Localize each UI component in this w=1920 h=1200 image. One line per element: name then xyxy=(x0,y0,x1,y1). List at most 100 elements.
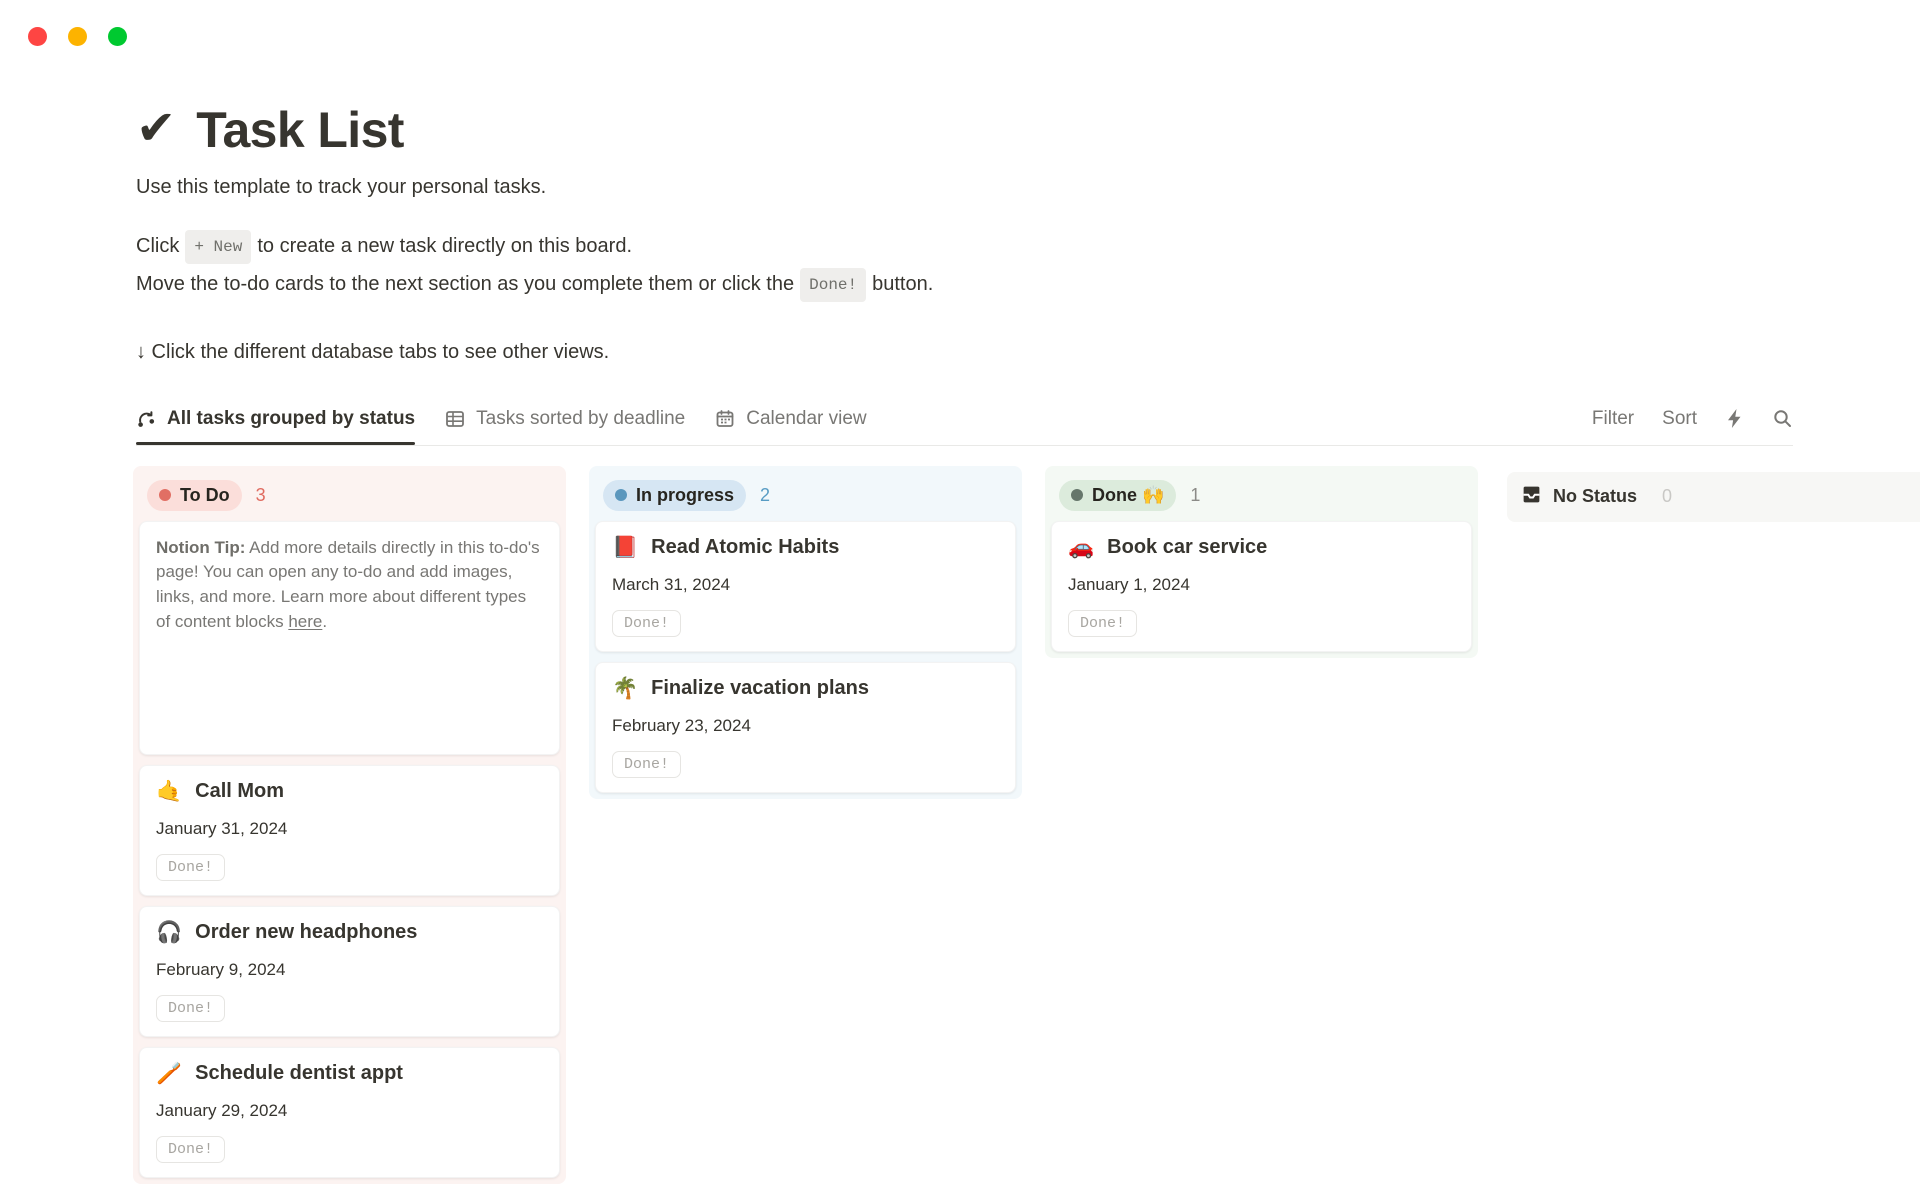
checkmark-icon: ✔ xyxy=(136,105,176,153)
column-count: 3 xyxy=(256,485,266,506)
card-title-row: 🌴 Finalize vacation plans xyxy=(612,677,999,700)
column-header-todo: To Do 3 xyxy=(139,472,560,521)
card-due-date: January 29, 2024 xyxy=(156,1101,543,1121)
card-title-row: 🤙 Call Mom xyxy=(156,780,543,803)
done-button[interactable]: Done! xyxy=(156,854,225,881)
inbox-icon xyxy=(1521,484,1542,510)
task-card[interactable]: 🚗 Book car service January 1, 2024 Done! xyxy=(1051,521,1472,652)
notion-tip-card: Notion Tip: Add more details directly in… xyxy=(139,521,560,755)
task-card[interactable]: 📕 Read Atomic Habits March 31, 2024 Done! xyxy=(595,521,1016,652)
toothbrush-emoji: 🪥 xyxy=(156,1063,182,1084)
sort-button[interactable]: Sort xyxy=(1662,408,1697,430)
done-button[interactable]: Done! xyxy=(612,610,681,637)
board-column-done: Done 🙌 1 🚗 Book car service January 1, 2024 D… xyxy=(1045,466,1478,658)
column-header-nostatus[interactable]: No Status 0 xyxy=(1507,472,1920,522)
instruction-text: Move the to-do cards to the next section… xyxy=(136,273,794,295)
filter-button[interactable]: Filter xyxy=(1592,408,1634,430)
headphones-emoji: 🎧 xyxy=(156,922,182,943)
card-due-date: February 9, 2024 xyxy=(156,960,543,980)
tip-here-link[interactable]: here xyxy=(288,612,322,631)
card-due-date: March 31, 2024 xyxy=(612,575,999,595)
status-icon xyxy=(136,409,156,429)
card-title: Book car service xyxy=(1107,536,1267,559)
column-count: 1 xyxy=(1190,485,1200,506)
instruction-line-2: Move the to-do cards to the next section… xyxy=(136,269,1920,303)
card-title-row: 🚗 Book car service xyxy=(1068,536,1455,559)
tip-text: . xyxy=(322,612,327,631)
card-title: Order new headphones xyxy=(195,921,417,944)
instruction-text: button. xyxy=(872,273,933,295)
zoom-window-button[interactable] xyxy=(108,27,127,46)
card-title-row: 🎧 Order new headphones xyxy=(156,921,543,944)
view-tabs: All tasks grouped by status Tasks sorted… xyxy=(136,408,867,445)
done-button[interactable]: Done! xyxy=(612,751,681,778)
page-header: ✔ Task List xyxy=(136,102,1920,160)
window-controls xyxy=(28,27,127,46)
board-toolbar: Filter Sort xyxy=(1592,408,1793,445)
card-title: Schedule dentist appt xyxy=(195,1062,403,1085)
task-card[interactable]: 🎧 Order new headphones February 9, 2024 Don… xyxy=(139,906,560,1037)
card-due-date: January 1, 2024 xyxy=(1068,575,1455,595)
column-title: No Status xyxy=(1553,486,1637,507)
status-dot xyxy=(615,489,627,501)
minimize-window-button[interactable] xyxy=(68,27,87,46)
card-title: Finalize vacation plans xyxy=(651,677,869,700)
task-list-page: ✔ Task List Use this template to track y… xyxy=(0,0,1920,1184)
tab-label: Tasks sorted by deadline xyxy=(476,408,685,430)
instruction-text: Click xyxy=(136,235,179,257)
kanban-board: To Do 3 Notion Tip: Add more details direc… xyxy=(133,466,1920,1184)
palm-tree-emoji: 🌴 xyxy=(612,678,638,699)
status-pill-inprogress[interactable]: In progress xyxy=(603,480,746,511)
column-header-done: Done 🙌 1 xyxy=(1051,472,1472,521)
card-title-row: 🪥 Schedule dentist appt xyxy=(156,1062,543,1085)
done-button[interactable]: Done! xyxy=(156,1136,225,1163)
tab-all-tasks-grouped-by-status[interactable]: All tasks grouped by status xyxy=(136,408,415,445)
done-button[interactable]: Done! xyxy=(1068,610,1137,637)
search-icon[interactable] xyxy=(1772,408,1793,429)
card-title: Read Atomic Habits xyxy=(651,536,839,559)
tab-label: All tasks grouped by status xyxy=(167,408,415,430)
tab-divider xyxy=(136,445,1793,446)
done-button[interactable]: Done! xyxy=(156,995,225,1022)
column-title: Done 🙌 xyxy=(1092,485,1164,506)
instruction-line-1: Click + New to create a new task directly … xyxy=(136,231,1920,265)
page-title: Task List xyxy=(196,102,404,160)
status-dot xyxy=(159,489,171,501)
column-cards: Notion Tip: Add more details directly in… xyxy=(139,521,560,1178)
board-column-nostatus: No Status 0 xyxy=(1501,466,1920,528)
new-button-chip: + New xyxy=(185,230,251,264)
lightning-icon[interactable] xyxy=(1725,408,1744,429)
column-cards: 🚗 Book car service January 1, 2024 Done! xyxy=(1051,521,1472,652)
status-dot xyxy=(1071,489,1083,501)
views-hint: ↓ Click the different database tabs to s… xyxy=(136,341,1920,364)
red-book-emoji: 📕 xyxy=(612,537,638,558)
card-title: Call Mom xyxy=(195,780,284,803)
done-chip: Done! xyxy=(800,268,866,302)
tip-bold-label: Notion Tip: xyxy=(156,538,245,557)
car-emoji: 🚗 xyxy=(1068,537,1094,558)
instruction-text: to create a new task directly on this bo… xyxy=(257,235,632,257)
status-pill-done[interactable]: Done 🙌 xyxy=(1059,480,1176,511)
tab-tasks-sorted-by-deadline[interactable]: Tasks sorted by deadline xyxy=(445,408,685,445)
column-title: To Do xyxy=(180,485,230,506)
table-icon xyxy=(445,409,465,429)
view-tab-bar: All tasks grouped by status Tasks sorted… xyxy=(136,408,1793,445)
close-window-button[interactable] xyxy=(28,27,47,46)
task-card[interactable]: 🌴 Finalize vacation plans February 23, 202… xyxy=(595,662,1016,793)
card-due-date: January 31, 2024 xyxy=(156,819,543,839)
task-card[interactable]: 🪥 Schedule dentist appt January 29, 2024 Do… xyxy=(139,1047,560,1178)
column-count: 0 xyxy=(1662,486,1672,507)
call-me-hand-emoji: 🤙 xyxy=(156,781,182,802)
column-count: 2 xyxy=(760,485,770,506)
board-column-inprogress: In progress 2 📕 Read Atomic Habits March 31,… xyxy=(589,466,1022,799)
card-due-date: February 23, 2024 xyxy=(612,716,999,736)
column-header-inprogress: In progress 2 xyxy=(595,472,1016,521)
column-title: In progress xyxy=(636,485,734,506)
board-column-todo: To Do 3 Notion Tip: Add more details direc… xyxy=(133,466,566,1184)
column-cards: 📕 Read Atomic Habits March 31, 2024 Done! 🌴 F… xyxy=(595,521,1016,793)
status-pill-todo[interactable]: To Do xyxy=(147,480,242,511)
page-subtitle: Use this template to track your personal… xyxy=(136,176,1920,199)
tab-calendar-view[interactable]: Calendar view xyxy=(715,408,866,445)
task-card[interactable]: 🤙 Call Mom January 31, 2024 Done! xyxy=(139,765,560,896)
card-title-row: 📕 Read Atomic Habits xyxy=(612,536,999,559)
